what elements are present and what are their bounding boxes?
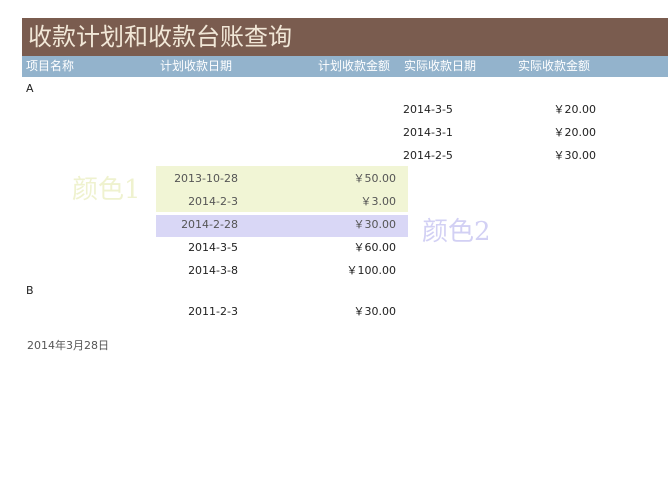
plan-date-cell: 2014-3-5 — [188, 241, 238, 254]
column-header-row: 项目名称 计划收款日期 计划收款金额 实际收款日期 实际收款金额 — [22, 56, 668, 77]
header-plan-date: 计划收款日期 — [160, 59, 233, 73]
actual-date-cell: 2014-3-1 — [403, 126, 453, 139]
header-actual-date: 实际收款日期 — [404, 59, 477, 73]
plan-date-cell: 2014-3-8 — [188, 264, 238, 277]
actual-amount-cell: ￥20.00 — [553, 103, 597, 116]
legend-color2-label: 颜色2 — [422, 217, 491, 247]
header-plan-amount: 计划收款金额 — [318, 59, 391, 73]
plan-date-cell: 2014-2-3 — [188, 195, 238, 208]
header-actual-amount: 实际收款金额 — [518, 59, 591, 73]
actual-date-cell: 2014-3-5 — [403, 103, 453, 116]
plan-amount-cell: ￥50.00 — [353, 172, 397, 185]
footer-date: 2014年3月28日 — [27, 339, 109, 352]
legend-color1-label: 颜色1 — [72, 175, 141, 205]
plan-amount-cell: ￥60.00 — [353, 241, 397, 254]
plan-date-cell: 2013-10-28 — [174, 172, 238, 185]
plan-amount-cell: ￥100.00 — [346, 264, 397, 277]
plan-date-cell: 2011-2-3 — [188, 305, 238, 318]
actual-amount-cell: ￥30.00 — [553, 149, 597, 162]
actual-date-cell: 2014-2-5 — [403, 149, 453, 162]
title-bar: 收款计划和收款台账查询 — [22, 18, 668, 56]
plan-amount-cell: ￥30.00 — [353, 218, 397, 231]
project-b-name: B — [26, 284, 34, 297]
project-a-name: A — [26, 82, 34, 95]
plan-amount-cell: ￥3.00 — [360, 195, 397, 208]
plan-amount-cell: ￥30.00 — [353, 305, 397, 318]
actual-amount-cell: ￥20.00 — [553, 126, 597, 139]
plan-date-cell: 2014-2-28 — [181, 218, 238, 231]
header-project-name: 项目名称 — [26, 59, 75, 73]
page-title: 收款计划和收款台账查询 — [28, 23, 292, 51]
